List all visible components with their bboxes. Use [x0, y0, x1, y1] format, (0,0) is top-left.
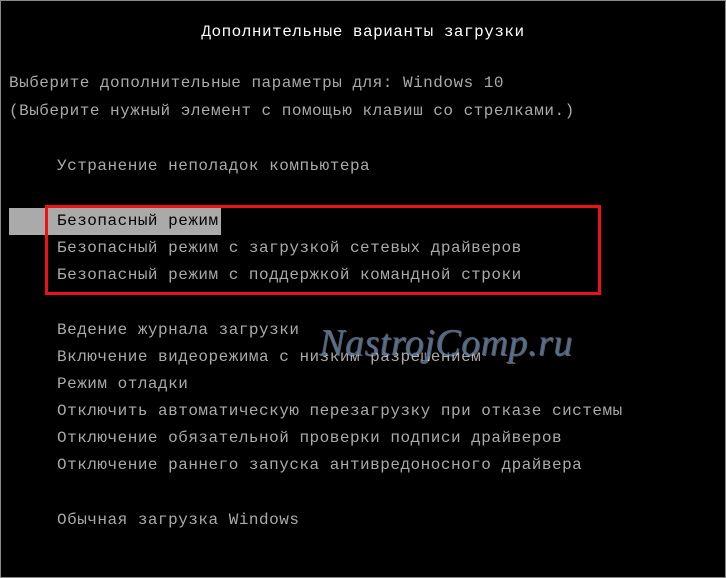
selection-gutter: [9, 371, 55, 398]
boot-options-screen: Дополнительные варианты загрузки Выберит…: [0, 0, 726, 578]
page-title: Дополнительные варианты загрузки: [1, 23, 725, 41]
selection-gutter: [9, 208, 55, 235]
menu-item-label: Отключить автоматическую перезагрузку пр…: [55, 398, 625, 425]
selection-gutter: [9, 262, 55, 289]
spacer: [9, 479, 725, 507]
selection-gutter: [9, 153, 55, 180]
spacer: [9, 289, 725, 317]
menu-item-label: Отключение обязательной проверки подписи…: [55, 425, 564, 452]
selection-gutter: [9, 425, 55, 452]
os-name: Windows 10: [403, 74, 504, 92]
menu-item-label: Безопасный режим с поддержкой командной …: [55, 262, 524, 289]
menu-item-safe-mode-networking[interactable]: Безопасный режим с загрузкой сетевых дра…: [9, 235, 725, 262]
menu-item-safe-mode[interactable]: Безопасный режим: [9, 208, 725, 235]
menu-item-label: Обычная загрузка Windows: [55, 507, 301, 534]
menu-item-label: Безопасный режим: [55, 208, 221, 235]
menu-item-debug-mode[interactable]: Режим отладки: [9, 371, 725, 398]
spacer: [9, 180, 725, 208]
selection-gutter: [9, 235, 55, 262]
selection-gutter: [9, 344, 55, 371]
selection-gutter: [9, 317, 55, 344]
menu-item-label: Устранение неполадок компьютера: [55, 153, 372, 180]
menu-item-boot-logging[interactable]: Ведение журнала загрузки: [9, 317, 725, 344]
menu-item-disable-driver-sig[interactable]: Отключение обязательной проверки подписи…: [9, 425, 725, 452]
spacer: [1, 125, 725, 153]
selection-gutter: [9, 452, 55, 479]
menu-item-label: Отключение раннего запуска антивредоносн…: [55, 452, 584, 479]
menu-item-label: Включение видеорежима с низким разрешени…: [55, 344, 483, 371]
menu-item-safe-mode-cmd[interactable]: Безопасный режим с поддержкой командной …: [9, 262, 725, 289]
selection-gutter: [9, 507, 55, 534]
menu-item-low-res-video[interactable]: Включение видеорежима с низким разрешени…: [9, 344, 725, 371]
boot-menu: Устранение неполадок компьютера Безопасн…: [1, 153, 725, 534]
menu-item-repair[interactable]: Устранение неполадок компьютера: [9, 153, 725, 180]
hint-line: (Выберите нужный элемент с помощью клави…: [1, 97, 725, 125]
instruction-line: Выберите дополнительные параметры для: W…: [1, 69, 725, 97]
menu-item-label: Ведение журнала загрузки: [55, 317, 301, 344]
selection-gutter: [9, 398, 55, 425]
menu-item-disable-elam[interactable]: Отключение раннего запуска антивредоносн…: [9, 452, 725, 479]
instruction-prefix: Выберите дополнительные параметры для:: [9, 74, 403, 92]
menu-item-start-normally[interactable]: Обычная загрузка Windows: [9, 507, 725, 534]
menu-item-disable-auto-restart[interactable]: Отключить автоматическую перезагрузку пр…: [9, 398, 725, 425]
menu-item-label: Режим отладки: [55, 371, 190, 398]
menu-item-label: Безопасный режим с загрузкой сетевых дра…: [55, 235, 524, 262]
